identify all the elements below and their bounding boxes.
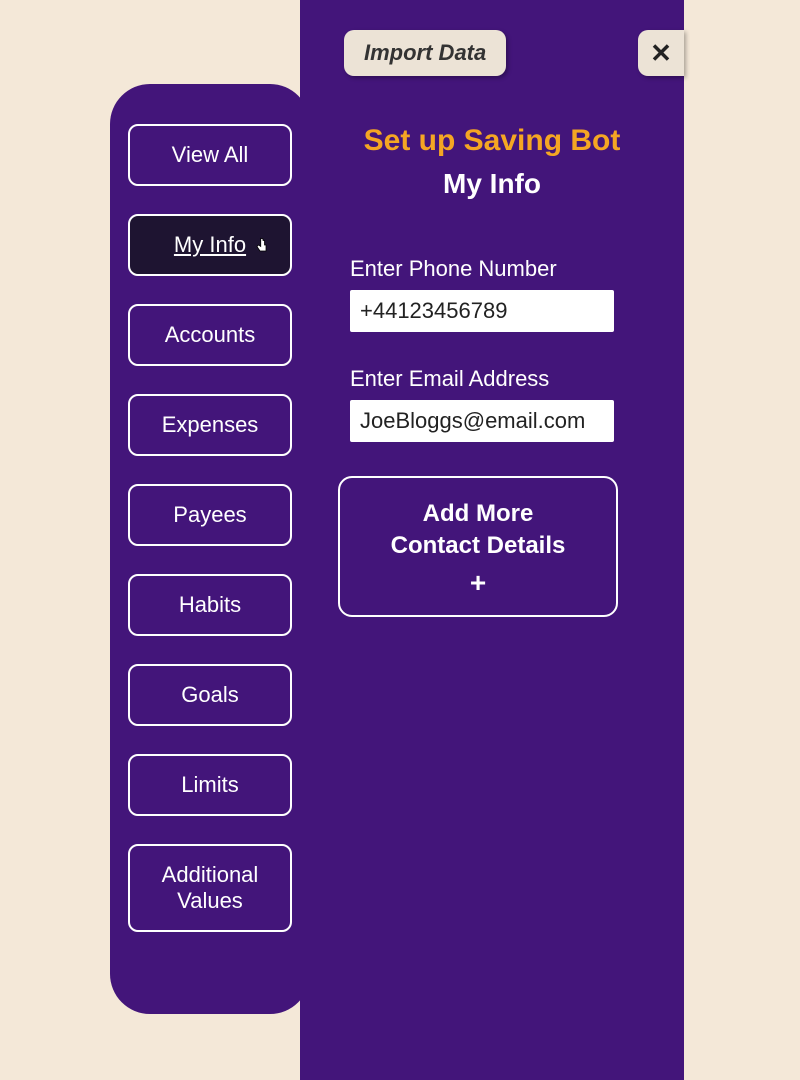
main-panel: Import Data ✕ Set up Saving Bot My Info … (300, 0, 684, 1080)
plus-icon: + (352, 567, 604, 599)
sidebar-item-habits[interactable]: Habits (128, 574, 292, 636)
sidebar-item-accounts[interactable]: Accounts (128, 304, 292, 366)
sidebar-item-label: Goals (181, 682, 238, 707)
sidebar-item-label: My Info (174, 232, 246, 257)
email-group: Enter Email Address (334, 366, 650, 442)
phone-group: Enter Phone Number (334, 256, 650, 332)
sidebar-item-expenses[interactable]: Expenses (128, 394, 292, 456)
email-input[interactable] (350, 400, 614, 442)
sidebar-item-label: Habits (179, 592, 241, 617)
sidebar-item-view-all[interactable]: View All (128, 124, 292, 186)
sidebar-item-label: Additional Values (162, 862, 259, 913)
sidebar-item-label: Payees (173, 502, 246, 527)
sidebar-item-label: View All (172, 142, 249, 167)
top-bar: Import Data ✕ (300, 0, 684, 96)
sidebar-item-goals[interactable]: Goals (128, 664, 292, 726)
import-label: Import Data (364, 40, 486, 65)
email-label: Enter Email Address (350, 366, 650, 392)
page-title: Set up Saving Bot (334, 124, 650, 158)
sidebar-item-additional-values[interactable]: Additional Values (128, 844, 292, 932)
page-subtitle: My Info (334, 168, 650, 200)
sidebar-item-label: Accounts (165, 322, 256, 347)
sidebar-item-my-info[interactable]: My Info (128, 214, 292, 276)
close-button[interactable]: ✕ (638, 30, 684, 76)
import-data-button[interactable]: Import Data (344, 30, 506, 76)
sidebar-item-label: Expenses (162, 412, 259, 437)
content: Set up Saving Bot My Info Enter Phone Nu… (300, 96, 684, 617)
sidebar-item-limits[interactable]: Limits (128, 754, 292, 816)
add-more-contact-button[interactable]: Add More Contact Details + (338, 476, 618, 617)
sidebar-item-label: Limits (181, 772, 238, 797)
add-more-line2: Contact Details (352, 530, 604, 562)
sidebar-item-payees[interactable]: Payees (128, 484, 292, 546)
sidebar: View All My Info Accounts Expenses Payee… (110, 84, 310, 1014)
add-more-line1: Add More (352, 498, 604, 530)
close-icon: ✕ (650, 38, 672, 69)
phone-label: Enter Phone Number (350, 256, 650, 282)
phone-input[interactable] (350, 290, 614, 332)
pointer-cursor-icon (254, 234, 272, 256)
